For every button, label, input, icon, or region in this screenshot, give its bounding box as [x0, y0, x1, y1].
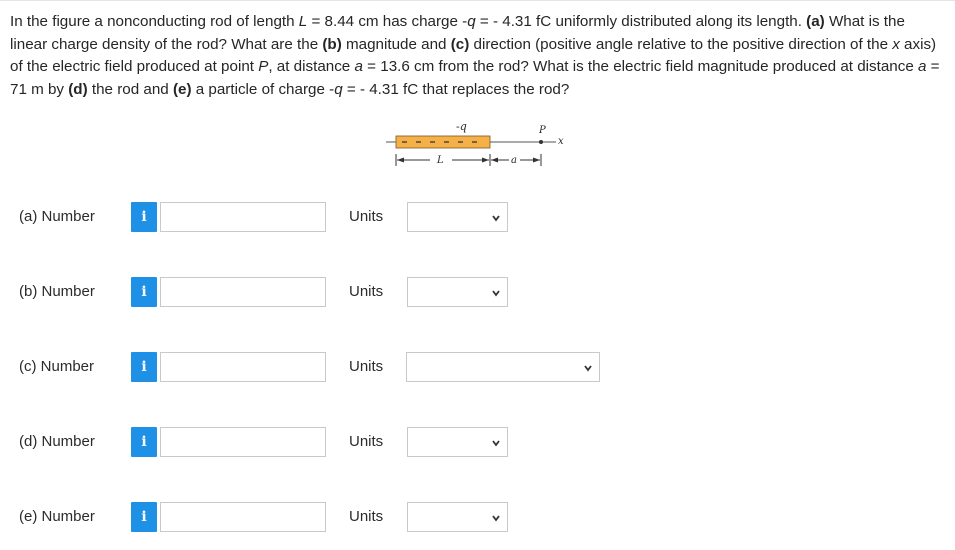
- length-arrow-right: [482, 157, 489, 163]
- units-label: Units: [349, 208, 384, 225]
- units-label: Units: [349, 283, 384, 300]
- chevron-down-icon: [492, 290, 500, 297]
- info-icon[interactable]: i: [131, 427, 157, 457]
- chevron-down-icon: [492, 515, 500, 522]
- units-select[interactable]: [407, 277, 508, 307]
- units-label: Units: [349, 433, 384, 450]
- chevron-down-icon: [492, 215, 500, 222]
- units-select[interactable]: [406, 352, 600, 382]
- number-input[interactable]: [160, 352, 326, 382]
- info-icon[interactable]: i: [131, 277, 157, 307]
- answer-row-a: (a) Number i Units: [0, 201, 955, 233]
- number-input[interactable]: [160, 427, 326, 457]
- rod-figure: -q P x L a: [386, 120, 564, 166]
- part-label: (a) Number: [19, 208, 95, 225]
- answer-row-d: (d) Number i Units: [0, 426, 955, 458]
- length-label: L: [436, 155, 444, 166]
- info-icon[interactable]: i: [131, 502, 157, 532]
- distance-arrow-left: [491, 157, 498, 163]
- answer-row-e: (e) Number i Units: [0, 501, 955, 533]
- charge-label: -q: [456, 120, 467, 133]
- info-icon[interactable]: i: [131, 352, 157, 382]
- units-select[interactable]: [407, 502, 508, 532]
- units-label: Units: [349, 508, 384, 525]
- distance-arrow-right: [533, 157, 540, 163]
- number-input[interactable]: [160, 502, 326, 532]
- answer-row-b: (b) Number i Units: [0, 276, 955, 308]
- number-input[interactable]: [160, 277, 326, 307]
- problem-statement: In the figure a nonconducting rod of len…: [10, 13, 940, 98]
- part-label: (e) Number: [19, 508, 95, 525]
- part-label: (c) Number: [19, 358, 95, 375]
- units-label: Units: [349, 358, 384, 375]
- point-p-dot: [539, 140, 543, 144]
- part-label: (d) Number: [19, 433, 95, 450]
- distance-label: a: [511, 155, 517, 166]
- length-arrow-left: [397, 157, 404, 163]
- part-label: (b) Number: [19, 283, 95, 300]
- number-input[interactable]: [160, 202, 326, 232]
- units-select[interactable]: [407, 427, 508, 457]
- answer-row-c: (c) Number i Units: [0, 351, 955, 383]
- chevron-down-icon: [492, 440, 500, 447]
- top-divider: [0, 0, 955, 1]
- units-select[interactable]: [407, 202, 508, 232]
- chevron-down-icon: [584, 365, 592, 372]
- info-icon[interactable]: i: [131, 202, 157, 232]
- point-label: P: [538, 125, 546, 136]
- x-axis-label: x: [558, 136, 564, 147]
